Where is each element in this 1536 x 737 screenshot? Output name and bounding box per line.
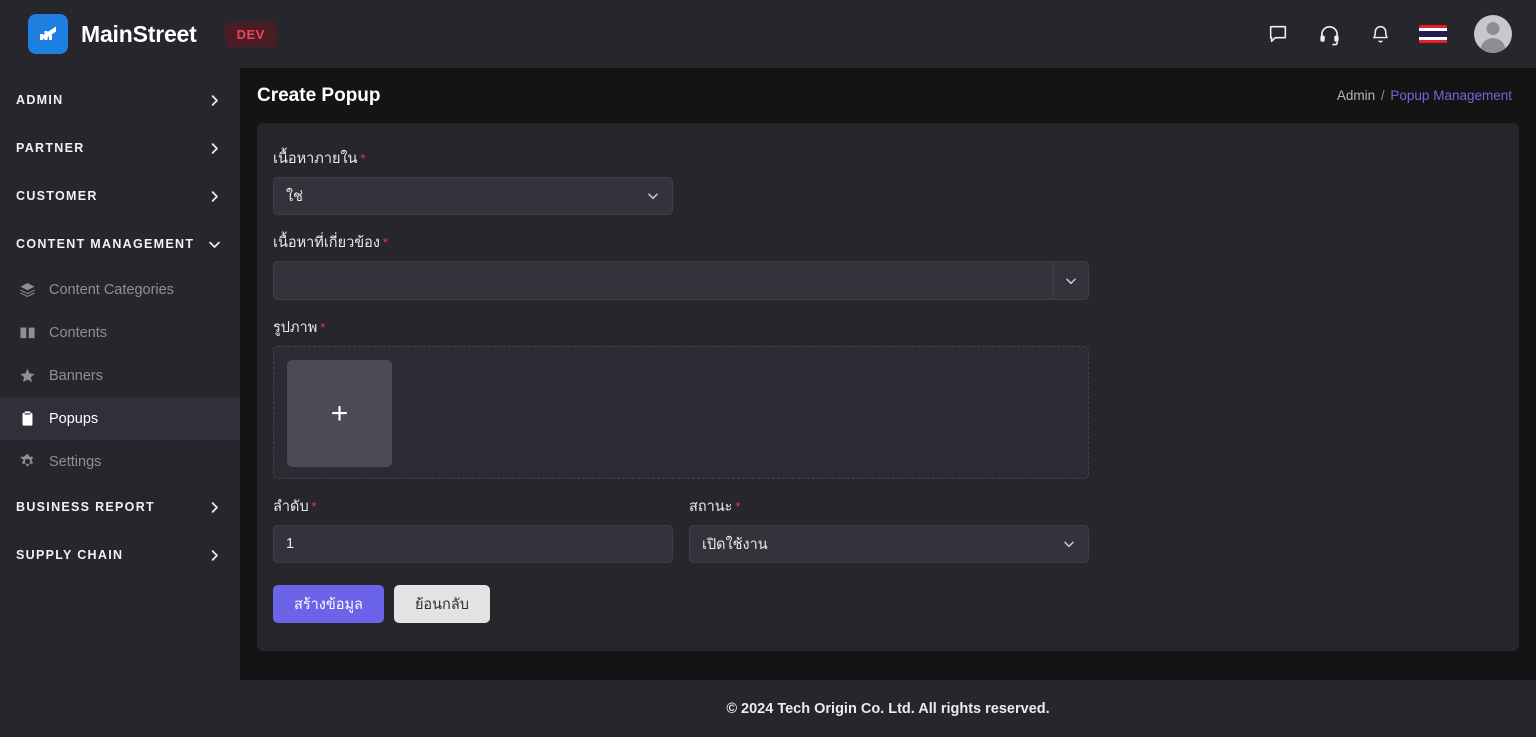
sidebar-group-label: ADMIN <box>16 93 64 107</box>
breadcrumb-current[interactable]: Popup Management <box>1390 88 1512 103</box>
content-area: Create Popup Admin / Popup Management เน… <box>240 68 1536 737</box>
app-root: MainStreet DEV ADMIN PARTNER CUSTOMER CO… <box>0 0 1536 737</box>
page-header: Create Popup Admin / Popup Management <box>240 68 1536 123</box>
image-label-text: รูปภาพ <box>273 320 318 336</box>
page-title: Create Popup <box>257 84 381 106</box>
field-status: สถานะ * เปิดใช้งาน <box>689 495 1089 563</box>
sidebar-item-popups[interactable]: Popups <box>0 397 240 440</box>
order-label-text: ลำดับ <box>273 499 309 515</box>
status-value: เปิดใช้งาน <box>702 536 768 553</box>
sidebar-item-label: Banners <box>49 367 104 384</box>
brand-name: MainStreet <box>81 20 197 47</box>
required-marker: * <box>360 151 366 166</box>
status-label: สถานะ * <box>689 495 1089 518</box>
chart-arrow-logo-icon <box>28 14 68 54</box>
sidebar-item-contents[interactable]: Contents <box>0 311 240 354</box>
field-internal-content: เนื้อหาภายใน * ใช่ <box>273 147 1503 215</box>
related-content-select[interactable] <box>273 261 1089 300</box>
thailand-flag-icon[interactable] <box>1419 24 1447 44</box>
gear-icon <box>18 453 36 470</box>
back-button[interactable]: ย้อนกลับ <box>393 585 490 623</box>
order-label: ลำดับ * <box>273 495 673 518</box>
field-image: รูปภาพ * + <box>273 316 1503 479</box>
internal-content-label-text: เนื้อหาภายใน <box>273 151 358 167</box>
image-dropzone[interactable]: + <box>273 346 1089 479</box>
body-row: ADMIN PARTNER CUSTOMER CONTENT MANAGEMEN… <box>0 68 1536 737</box>
breadcrumb: Admin / Popup Management <box>1337 88 1512 103</box>
field-related-content: เนื้อหาที่เกี่ยวข้อง * <box>273 231 1503 300</box>
required-marker: * <box>735 499 741 514</box>
content-filler <box>240 651 1536 680</box>
sidebar-group-label: PARTNER <box>16 141 85 155</box>
book-icon <box>18 324 36 341</box>
chevron-right-icon <box>207 141 222 156</box>
image-label: รูปภาพ * <box>273 316 1503 339</box>
breadcrumb-separator: / <box>1380 88 1385 103</box>
add-image-button[interactable]: + <box>287 360 392 467</box>
chevron-right-icon <box>207 548 222 563</box>
sidebar-item-content-categories[interactable]: Content Categories <box>0 268 240 311</box>
plus-icon: + <box>330 396 349 430</box>
chevron-down-icon <box>646 189 660 203</box>
avatar[interactable] <box>1474 15 1512 53</box>
sidebar-group-admin[interactable]: ADMIN <box>0 76 240 124</box>
required-marker: * <box>382 235 388 250</box>
layers-icon <box>18 281 36 298</box>
order-input[interactable]: 1 <box>273 525 673 563</box>
sidebar-group-label: CONTENT MANAGEMENT <box>16 237 195 251</box>
sidebar-group-customer[interactable]: CUSTOMER <box>0 172 240 220</box>
sidebar-item-settings[interactable]: Settings <box>0 440 240 483</box>
top-bar: MainStreet DEV <box>0 0 1536 68</box>
required-marker: * <box>320 320 326 335</box>
chevron-right-icon <box>207 189 222 204</box>
sidebar-group-content-management[interactable]: CONTENT MANAGEMENT <box>0 220 240 268</box>
related-content-label: เนื้อหาที่เกี่ยวข้อง * <box>273 231 1503 254</box>
related-content-label-text: เนื้อหาที่เกี่ยวข้อง <box>273 235 380 251</box>
sidebar-item-banners[interactable]: Banners <box>0 354 240 397</box>
bell-icon[interactable] <box>1368 22 1392 46</box>
sidebar-item-label: Content Categories <box>49 281 174 298</box>
clipboard-icon <box>18 410 36 427</box>
internal-content-label: เนื้อหาภายใน * <box>273 147 1503 170</box>
sidebar-group-label: CUSTOMER <box>16 189 98 203</box>
sidebar-group-supply-chain[interactable]: SUPPLY CHAIN <box>0 531 240 579</box>
sidebar: ADMIN PARTNER CUSTOMER CONTENT MANAGEMEN… <box>0 68 240 737</box>
internal-content-value: ใช่ <box>286 188 303 205</box>
topbar-actions <box>1266 15 1512 53</box>
create-popup-form-card: เนื้อหาภายใน * ใช่ เนื้อหาที่เกี่ยวข้อง * <box>257 123 1519 651</box>
form-actions: สร้างข้อมูล ย้อนกลับ <box>273 585 1503 623</box>
sidebar-item-label: Contents <box>49 324 108 341</box>
sidebar-item-label: Settings <box>49 453 102 470</box>
order-status-row: ลำดับ * 1 สถานะ * เปิดใช้งาน <box>273 495 1503 563</box>
field-order: ลำดับ * 1 <box>273 495 673 563</box>
chevron-down-icon <box>207 237 222 252</box>
chevron-right-icon <box>207 500 222 515</box>
order-value: 1 <box>286 536 295 552</box>
status-select[interactable]: เปิดใช้งาน <box>689 525 1089 563</box>
internal-content-select[interactable]: ใช่ <box>273 177 673 215</box>
footer: © 2024 Tech Origin Co. Ltd. All rights r… <box>240 680 1536 737</box>
chevron-right-icon <box>207 93 222 108</box>
copyright-text: © 2024 Tech Origin Co. Ltd. All rights r… <box>726 700 1050 717</box>
headset-icon[interactable] <box>1317 22 1341 46</box>
sidebar-group-label: SUPPLY CHAIN <box>16 548 124 562</box>
star-icon <box>18 367 36 384</box>
submit-button[interactable]: สร้างข้อมูล <box>273 585 384 623</box>
brand[interactable]: MainStreet <box>28 14 197 54</box>
status-label-text: สถานะ <box>689 499 733 515</box>
chevron-down-icon <box>1062 537 1076 551</box>
breadcrumb-root: Admin <box>1336 88 1376 103</box>
sidebar-group-partner[interactable]: PARTNER <box>0 124 240 172</box>
chat-icon[interactable] <box>1266 22 1290 46</box>
required-marker: * <box>311 499 317 514</box>
sidebar-group-label: BUSINESS REPORT <box>16 500 155 514</box>
sidebar-group-business-report[interactable]: BUSINESS REPORT <box>0 483 240 531</box>
sidebar-item-label: Popups <box>49 410 99 427</box>
chevron-down-icon <box>1054 262 1088 299</box>
env-badge: DEV <box>224 21 277 47</box>
